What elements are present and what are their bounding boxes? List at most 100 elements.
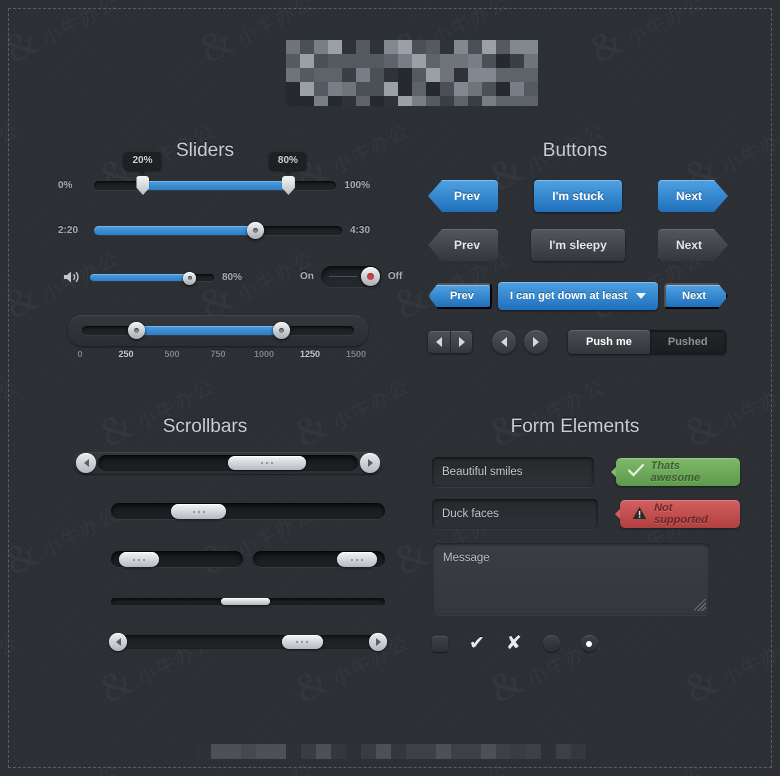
- ui-kit-stage: Sliders 0% 20% 80% 100% 2:20 4:30 80% On…: [0, 0, 780, 776]
- dual-slider-handle-low[interactable]: [136, 176, 149, 195]
- time-slider[interactable]: 2:20 4:30: [58, 225, 370, 236]
- dual-slider-max-label: 100%: [336, 180, 370, 191]
- range-panel-ticks: 0 250 500 750 1000 1250 1500: [80, 349, 356, 363]
- scrollbar-rail-right-arrow[interactable]: [369, 633, 387, 651]
- toggle-on-label: On: [300, 271, 314, 282]
- square-arrow-left-button[interactable]: [428, 331, 450, 353]
- dual-slider-bubble-high: 80%: [270, 151, 306, 170]
- range-tick-label: 1250: [300, 349, 320, 359]
- checkbox-checked-icon[interactable]: ✔: [469, 634, 485, 653]
- range-tick-label: 0: [77, 349, 82, 359]
- volume-slider-track[interactable]: [90, 274, 214, 281]
- toggle-knob[interactable]: [361, 267, 380, 286]
- scrollbar-rail[interactable]: [111, 635, 385, 649]
- grip-dots-icon: [351, 559, 363, 561]
- volume-slider-fill: [90, 274, 189, 281]
- onoff-toggle[interactable]: [321, 266, 381, 287]
- square-arrow-right-button[interactable]: [450, 331, 472, 353]
- duck-faces-input[interactable]: Duck faces: [432, 499, 598, 529]
- buttons-section-title: Buttons: [410, 140, 740, 162]
- checkbox-unchecked[interactable]: [432, 636, 448, 652]
- input-value: Duck faces: [442, 508, 499, 520]
- arrow-left-icon: [84, 459, 89, 467]
- scrollbar-with-arrows[interactable]: [73, 452, 383, 474]
- scrollbar-right-arrow[interactable]: [360, 453, 380, 473]
- next-button-primary[interactable]: Next: [658, 180, 728, 212]
- range-tick-label: 500: [164, 349, 179, 359]
- im-stuck-button[interactable]: I'm stuck: [534, 180, 622, 212]
- prev-button-primary[interactable]: Prev: [428, 180, 498, 212]
- dropdown-select-label: I can get down at least: [510, 290, 627, 302]
- range-panel-track[interactable]: [82, 326, 354, 335]
- scrollbar-flat-thumb[interactable]: [171, 504, 226, 519]
- range-tick-label: 250: [118, 349, 133, 359]
- scrollbar-rail-left-arrow[interactable]: [109, 633, 127, 651]
- push-toggle-group[interactable]: Push me Pushed: [568, 330, 726, 354]
- volume-slider-handle[interactable]: [183, 272, 196, 285]
- time-slider-start-label: 2:20: [58, 225, 94, 236]
- dual-slider-min-label: 0%: [58, 180, 94, 191]
- success-tooltip-text: Thats awesome: [651, 460, 728, 484]
- error-tooltip: Not supported: [620, 500, 740, 528]
- next-button-secondary[interactable]: Next: [658, 229, 728, 261]
- prev-button-secondary[interactable]: Prev: [428, 229, 498, 261]
- form-row-1: Beautiful smiles Thats awesome: [432, 457, 740, 487]
- dual-slider-track[interactable]: 20% 80%: [94, 181, 336, 190]
- triangle-right-icon: [459, 337, 465, 347]
- next-button-small[interactable]: Next: [664, 283, 728, 309]
- round-arrow-right-button[interactable]: [524, 330, 548, 354]
- form-section-title: Form Elements: [410, 416, 740, 438]
- time-slider-handle[interactable]: [247, 222, 264, 239]
- square-arrow-group[interactable]: [428, 331, 472, 353]
- time-slider-fill: [94, 226, 255, 235]
- resize-handle-icon[interactable]: [694, 599, 706, 611]
- scrollbar-rail-trough[interactable]: [127, 635, 369, 649]
- onoff-toggle-row[interactable]: On Off: [300, 266, 402, 287]
- speaker-icon: [62, 269, 82, 285]
- arrow-left-icon: [116, 638, 121, 646]
- range-tick-label: 1000: [254, 349, 274, 359]
- scrollbar-flat[interactable]: [111, 503, 385, 519]
- scrollbar-split-left[interactable]: [111, 551, 243, 567]
- scrollbars-section-title: Scrollbars: [40, 416, 370, 438]
- scrollbar-split-right-thumb[interactable]: [337, 552, 377, 567]
- pushed-button[interactable]: Pushed: [650, 330, 726, 354]
- scrollbar-left-arrow[interactable]: [76, 453, 96, 473]
- dual-range-slider[interactable]: 0% 20% 80% 100%: [58, 180, 370, 191]
- range-panel-handle-low[interactable]: [128, 322, 145, 339]
- dual-slider-handle-high[interactable]: [282, 176, 295, 195]
- time-slider-end-label: 4:30: [342, 225, 370, 236]
- message-textarea[interactable]: Message: [432, 543, 710, 615]
- scrollbar-thumb[interactable]: [228, 456, 306, 470]
- scrollbar-split-right[interactable]: [253, 551, 385, 567]
- warning-icon: [632, 506, 647, 523]
- sliders-section-title: Sliders: [40, 140, 370, 162]
- im-sleepy-button[interactable]: I'm sleepy: [531, 229, 625, 261]
- scrollbar-rail-thumb[interactable]: [282, 635, 323, 649]
- range-panel-handle-high[interactable]: [273, 322, 290, 339]
- scrollbar-trough[interactable]: [98, 455, 358, 471]
- volume-slider[interactable]: 80%: [62, 269, 242, 285]
- round-arrow-left-button[interactable]: [492, 330, 516, 354]
- form-controls-row: ✔ ✘: [432, 634, 598, 653]
- checkbox-x-icon[interactable]: ✘: [506, 634, 522, 653]
- arrow-right-icon: [376, 638, 381, 646]
- prev-button-small[interactable]: Prev: [428, 283, 492, 309]
- radio-unchecked[interactable]: [543, 635, 560, 652]
- check-icon: [628, 462, 644, 482]
- scrollbar-thin[interactable]: [111, 598, 385, 605]
- scrollbar-thin-thumb[interactable]: [221, 598, 270, 605]
- success-tooltip: Thats awesome: [616, 458, 740, 486]
- dual-slider-fill: [142, 181, 287, 190]
- buttons-row-select: Prev I can get down at least Next: [428, 282, 728, 310]
- push-me-button[interactable]: Push me: [568, 330, 650, 354]
- error-tooltip-text: Not supported: [654, 502, 728, 526]
- scrollbar-split-left-thumb[interactable]: [119, 552, 159, 567]
- range-slider-panel[interactable]: [68, 315, 368, 346]
- time-slider-track[interactable]: [94, 226, 342, 235]
- toggle-bar: [329, 276, 357, 277]
- buttons-row-secondary: Prev I'm sleepy Next: [428, 229, 728, 261]
- radio-checked[interactable]: [581, 635, 598, 652]
- dropdown-select[interactable]: I can get down at least: [498, 282, 658, 310]
- beautiful-smiles-input[interactable]: Beautiful smiles: [432, 457, 594, 487]
